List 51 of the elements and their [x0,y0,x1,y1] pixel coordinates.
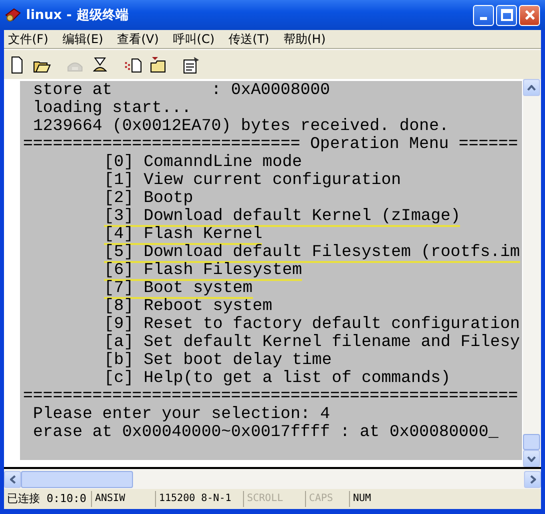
minimize-icon [480,17,487,20]
terminal-line: erase at 0x00040000~0x0017ffff : at 0x00080000_ [33,422,498,441]
menu-option: [9] Reset to factory default configuration [104,314,520,333]
menu-option: [a] Set default Kernel filename and Filesy [104,332,520,351]
chevron-down-icon [527,456,536,462]
status-field: 115200 8-N-1 [156,491,244,507]
window-title: linux - 超级终端 [26,7,130,24]
status-field: ANSIW [92,491,156,507]
chevron-left-icon [10,474,16,484]
menu-option: [2] Bootp [104,188,194,207]
scroll-down-button[interactable] [523,450,540,467]
terminal-line: Please enter your selection: 4 [33,404,330,423]
scroll-left-button[interactable] [4,470,21,488]
scrollbar-thumb[interactable] [21,470,133,488]
menu-option: [0] ComanndLine mode [104,152,302,171]
chevron-up-icon [527,84,536,90]
scroll-up-button[interactable] [523,79,540,96]
menu-option: [5] Download default Filesystem (rootfs.im [104,242,520,263]
status-field: CAPS [306,491,350,507]
close-button[interactable] [519,4,540,26]
terminal-line: 1239664 (0x0012EA70) bytes received. done. [33,116,449,135]
menu-option: [b] Set boot delay time [104,350,332,369]
menu-item[interactable]: 帮助(H) [283,30,326,48]
menu-option: [8] Reboot system [104,296,272,315]
menu-option: [1] View current configuration [104,170,402,189]
menu-item[interactable]: 呼叫(C) [172,30,215,48]
status-field: NUM [350,491,394,507]
chevron-right-icon [530,474,536,484]
separator-line: ============================ Operation Menu ====== [23,134,518,153]
status-field: 已连接 0:10:0 [4,491,92,507]
menu-item[interactable]: 文件(F) [8,30,48,48]
terminal-line: store at : 0xA0008000 [33,81,330,99]
menu-item[interactable]: 传送(T) [228,30,270,48]
menu-option: [7] Boot system [104,278,253,299]
menu-item[interactable]: 查看(V) [117,30,159,48]
menu-option: [6] Flash Filesystem [104,260,302,281]
terminal-line: loading start... [33,98,192,117]
menu-option: [c] Help(to get a list of commands) [104,368,451,387]
vertical-scrollbar[interactable] [523,79,541,467]
menu-option: [4] Flash Kernel [104,224,262,245]
menu-option: [3] Download default Kernel (zImage) [104,206,460,227]
maximize-icon [500,9,512,21]
minimize-button[interactable] [473,4,494,26]
scrollbar-thumb[interactable] [523,434,540,450]
scroll-right-button[interactable] [524,470,541,488]
horizontal-scrollbar[interactable] [4,467,541,489]
separator-line: ================================================== [23,386,518,405]
maximize-button[interactable] [496,4,517,26]
close-icon [524,9,536,21]
status-field: SCROLL [244,491,306,507]
menu-item[interactable]: 编辑(E) [62,30,104,48]
